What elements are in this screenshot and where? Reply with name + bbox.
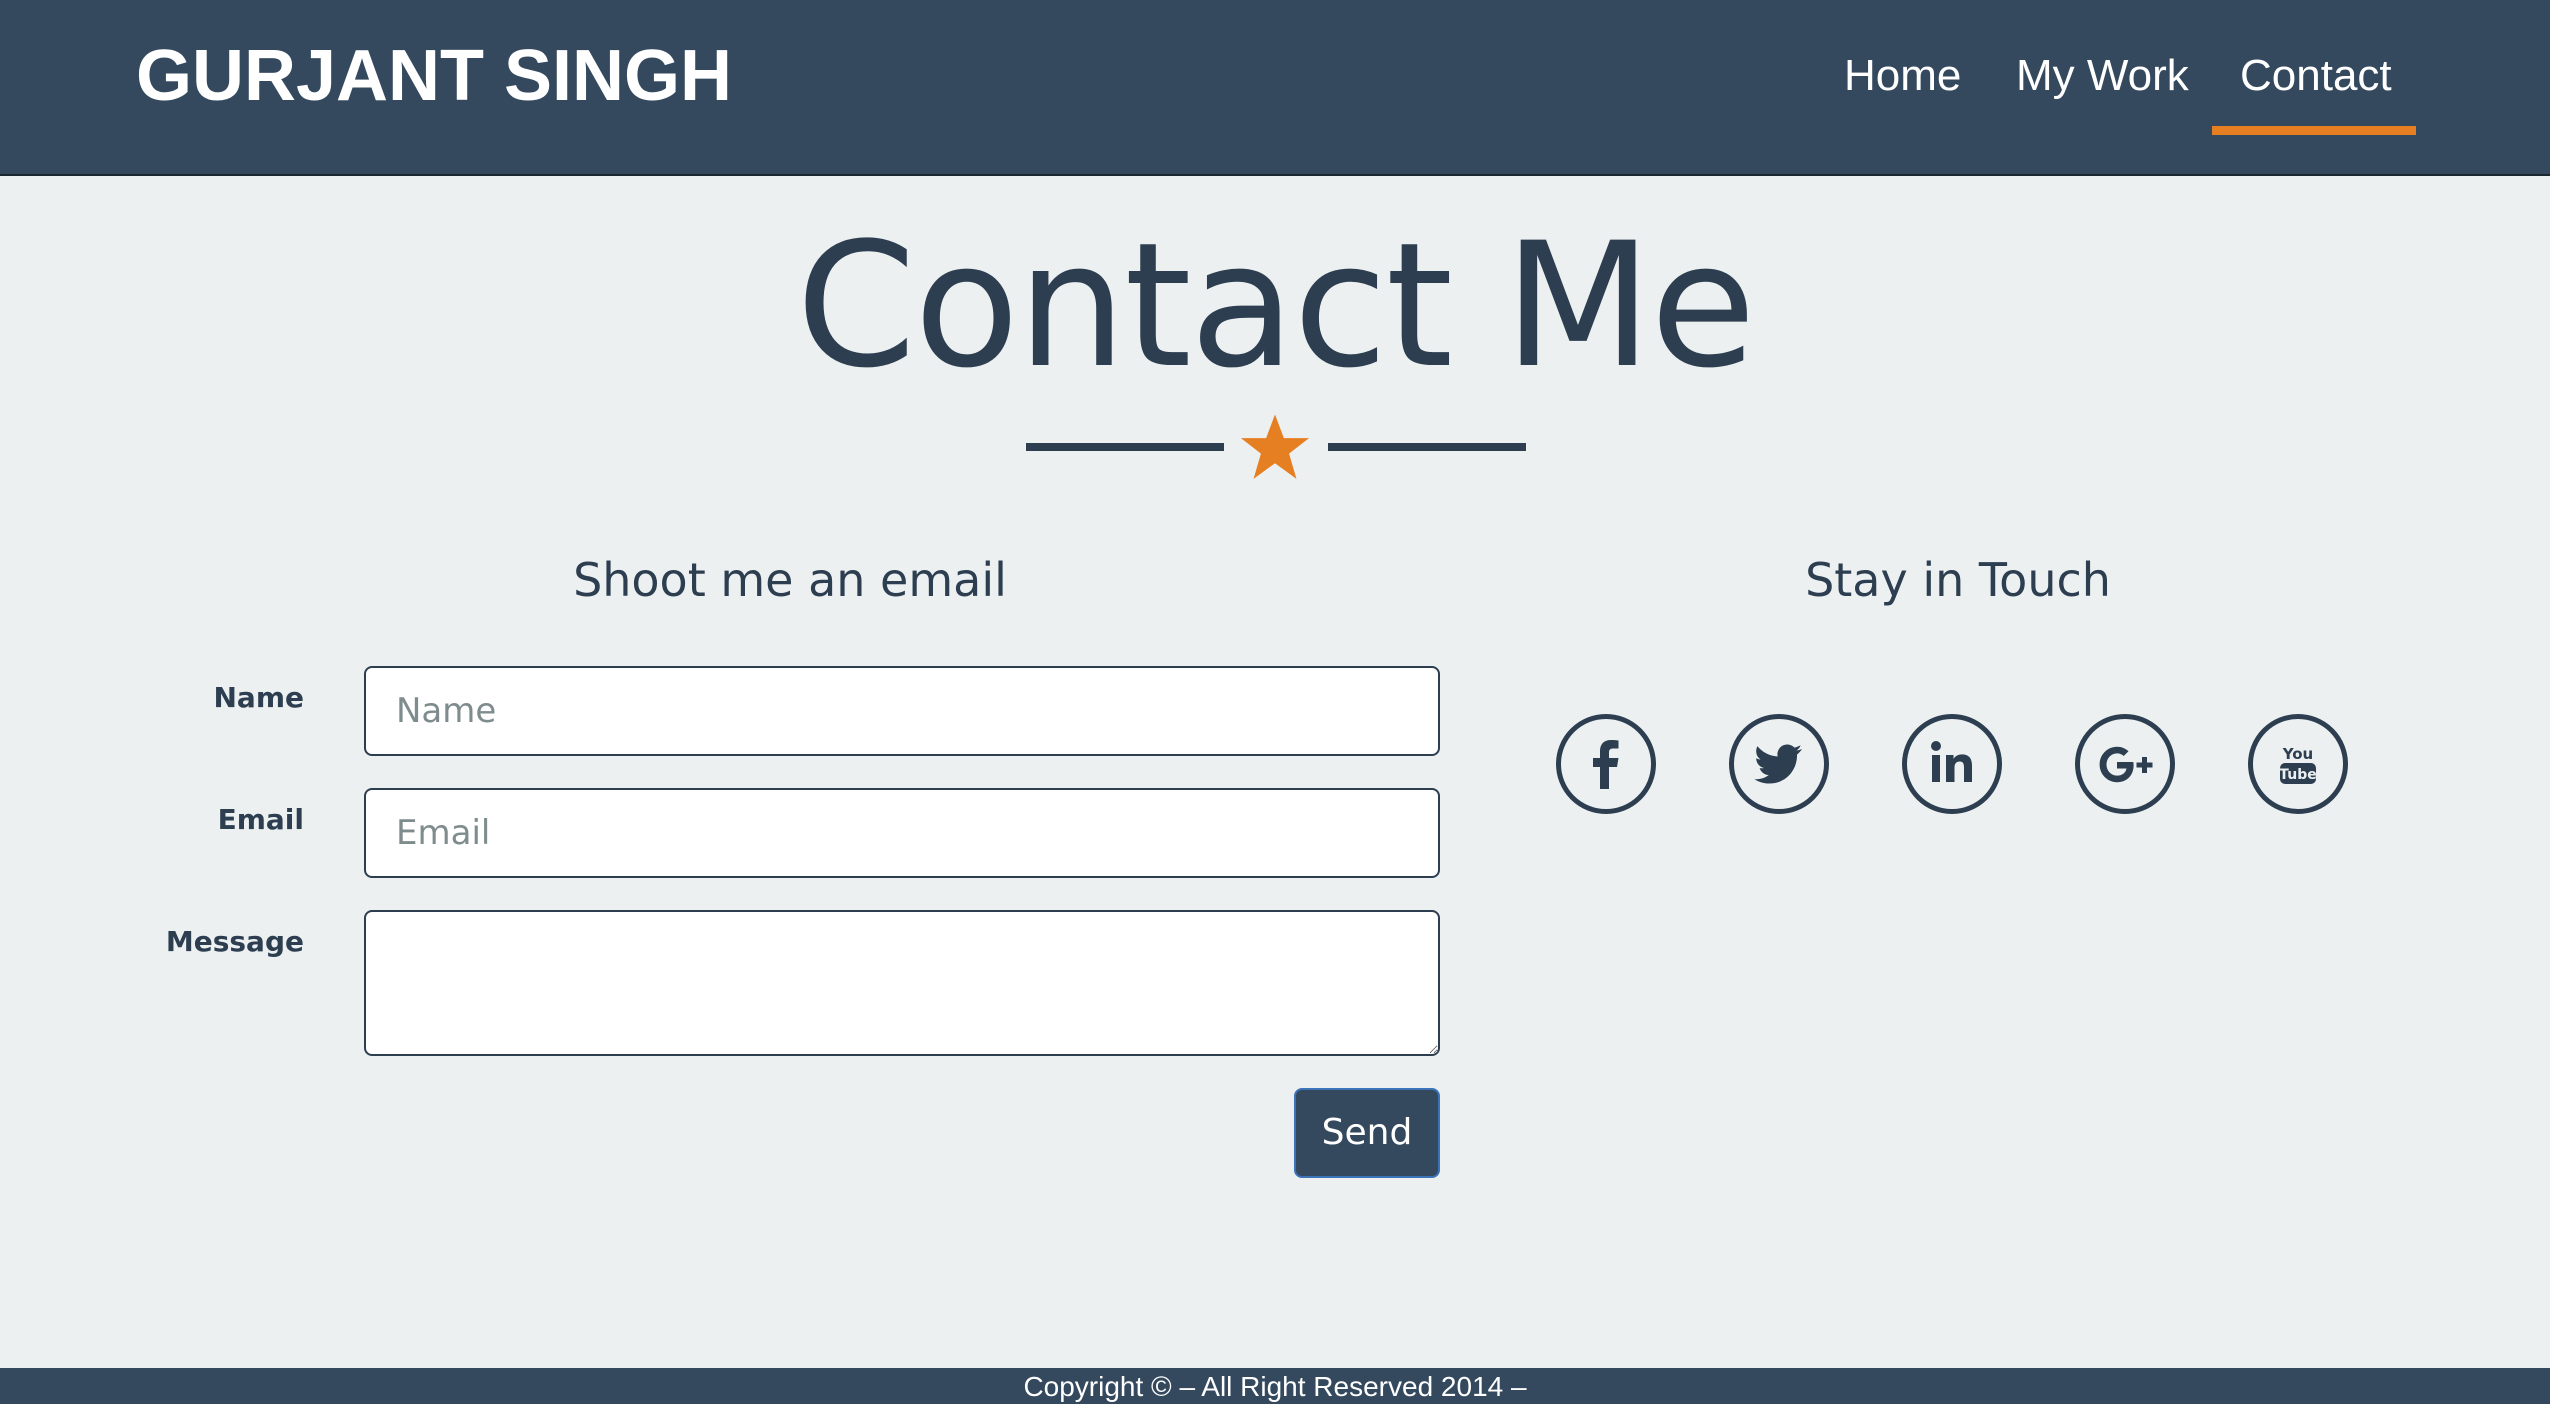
page-title: Contact Me <box>795 205 1756 406</box>
email-input[interactable] <box>364 788 1440 878</box>
email-section-heading: Shoot me an email <box>573 553 1007 607</box>
message-label: Message <box>165 925 304 958</box>
linkedin-icon <box>1931 741 1972 782</box>
site-header: GURJANT SINGH Home My Work Contact <box>0 0 2550 176</box>
nav-link-contact[interactable]: Contact <box>2240 48 2392 104</box>
stay-in-touch-heading: Stay in Touch <box>1805 553 2111 607</box>
youtube-link[interactable]: You Tube <box>2248 714 2348 814</box>
send-button[interactable]: Send <box>1294 1088 1440 1178</box>
google-plus-icon <box>2099 746 2153 783</box>
name-label: Name <box>213 681 305 714</box>
twitter-icon <box>1754 744 1802 784</box>
active-nav-indicator <box>2212 126 2416 135</box>
brand-logo-text[interactable]: GURJANT SINGH <box>136 36 732 116</box>
google-plus-link[interactable] <box>2075 714 2175 814</box>
message-textarea[interactable] <box>364 910 1440 1056</box>
copyright-text: Copyright © – All Right Reserved 2014 – <box>1023 1371 1527 1402</box>
email-label: Email <box>217 803 304 836</box>
youtube-icon: You Tube <box>2279 745 2317 784</box>
facebook-icon <box>1593 740 1619 789</box>
title-divider-right <box>1328 443 1526 451</box>
linkedin-link[interactable] <box>1902 714 2002 814</box>
twitter-link[interactable] <box>1729 714 1829 814</box>
star-icon <box>1240 414 1310 479</box>
nav-link-home[interactable]: Home <box>1844 48 1961 104</box>
facebook-link[interactable] <box>1556 714 1656 814</box>
site-footer: Copyright © – All Right Reserved 2014 – <box>0 1368 2550 1404</box>
youtube-icon-text-top: You <box>2282 745 2313 763</box>
name-input[interactable] <box>364 666 1440 756</box>
nav-link-my-work[interactable]: My Work <box>2016 48 2189 104</box>
youtube-icon-text-bottom: Tube <box>2279 767 2317 783</box>
title-divider-left <box>1026 443 1224 451</box>
